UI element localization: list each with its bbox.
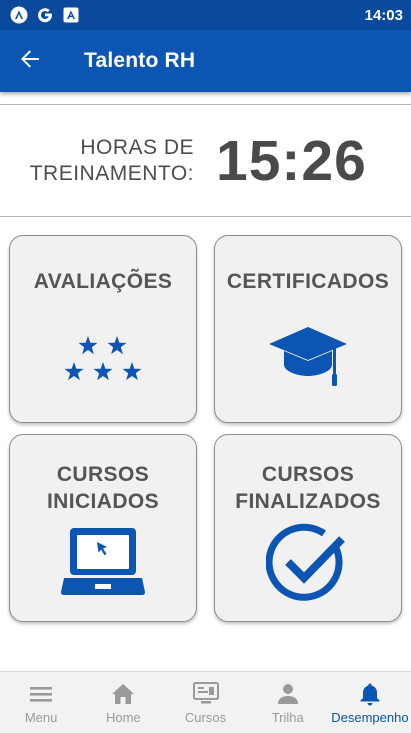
nav-item-performance[interactable]: Desempenho <box>329 672 411 733</box>
arrow-left-icon <box>19 48 41 75</box>
status-time: 14:03 <box>364 6 403 24</box>
started-courses-title-line1: CURSOS <box>56 463 150 486</box>
nav-item-performance-label: Desempenho <box>331 710 409 725</box>
started-courses-title-line2: INICIADOS <box>46 490 160 513</box>
check-circle-icon <box>266 522 350 606</box>
evaluations-card[interactable]: AVALIAÇÕES <box>9 235 197 423</box>
nav-item-home[interactable]: Home <box>82 672 164 733</box>
google-g-icon <box>36 6 54 24</box>
laptop-cursor-icon <box>61 525 145 597</box>
nav-item-menu-label: Menu <box>24 710 58 725</box>
screen: 14:03 Talento RH HORAS DE TREINAMENTO: 1… <box>0 0 411 733</box>
presentation-icon <box>192 681 219 707</box>
started-courses-card-title: CURSOS INICIADOS <box>47 461 159 515</box>
finished-courses-card[interactable]: CURSOS FINALIZADOS <box>214 434 402 622</box>
finished-courses-title-line1: CURSOS <box>261 463 355 486</box>
hamburger-menu-icon <box>29 681 53 707</box>
person-icon <box>277 681 299 707</box>
nav-item-courses[interactable]: Cursos <box>164 672 246 733</box>
certificates-card-title: CERTIFICADOS <box>226 270 390 293</box>
training-hours-value: 15:26 <box>216 129 367 193</box>
finished-courses-card-title: CURSOS FINALIZADOS <box>235 461 381 515</box>
back-button[interactable] <box>2 30 58 92</box>
started-courses-card[interactable]: CURSOS INICIADOS <box>9 434 197 622</box>
bottom-nav: Menu Home Cursos Trilha Desempenho <box>0 671 411 733</box>
status-bar: 14:03 <box>0 0 411 30</box>
nav-item-home-label: Home <box>105 710 141 725</box>
training-hours-label-line2: TREINAMENTO: <box>29 162 194 185</box>
graduation-cap-icon <box>267 325 349 387</box>
app-icon-a <box>10 6 28 24</box>
stars-icon <box>62 335 144 383</box>
certificates-card[interactable]: CERTIFICADOS <box>214 235 402 423</box>
page-title: Talento RH <box>84 49 196 72</box>
nav-item-track[interactable]: Trilha <box>247 672 329 733</box>
training-hours-label-line1: HORAS DE <box>80 136 194 159</box>
nav-item-menu[interactable]: Menu <box>0 672 82 733</box>
training-hours-label: HORAS DE TREINAMENTO: <box>0 135 194 187</box>
app-bar: Talento RH <box>0 30 411 92</box>
nav-item-track-label: Trilha <box>271 710 304 725</box>
app-icon-square-a <box>62 6 80 24</box>
evaluations-card-title: AVALIAÇÕES <box>33 270 173 293</box>
nav-item-courses-label: Cursos <box>184 710 227 725</box>
status-icons <box>10 6 80 24</box>
home-icon <box>111 681 135 707</box>
training-hours: HORAS DE TREINAMENTO: 15:26 <box>0 105 411 217</box>
bell-icon <box>359 681 381 707</box>
finished-courses-title-line2: FINALIZADOS <box>235 490 381 513</box>
divider-bottom <box>0 216 411 217</box>
